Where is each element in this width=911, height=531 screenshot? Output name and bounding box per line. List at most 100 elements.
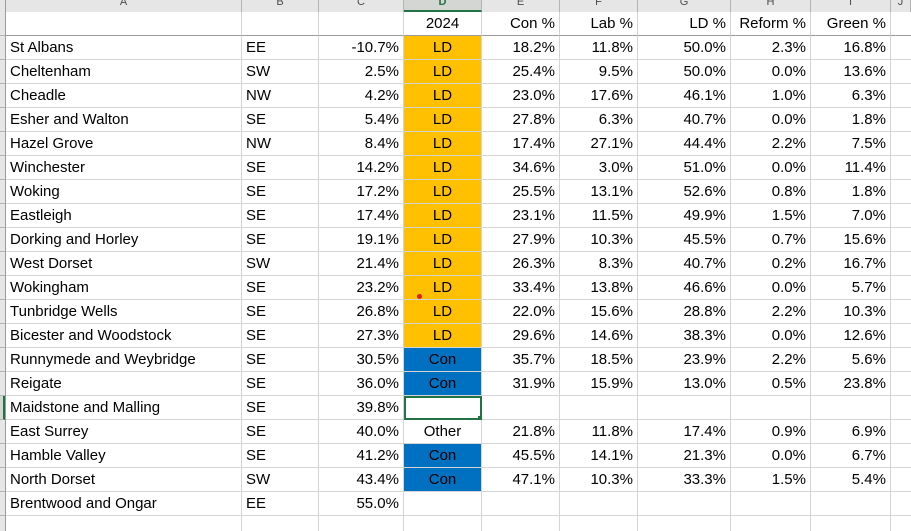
column-header-c[interactable]: C: [319, 0, 404, 12]
cell-reform-percent[interactable]: 0.0%: [731, 108, 811, 132]
cell-region-code[interactable]: SE: [242, 276, 319, 300]
cell-seat-name[interactable]: Bicester and Woodstock: [6, 324, 242, 348]
cell-margin-percent[interactable]: 41.2%: [319, 444, 404, 468]
cell-margin-percent[interactable]: 27.3%: [319, 324, 404, 348]
cell-margin-percent[interactable]: 5.4%: [319, 108, 404, 132]
cell-spare[interactable]: [891, 348, 911, 372]
cell-seat-name[interactable]: Maidstone and Malling: [6, 396, 242, 420]
column-header-h[interactable]: H: [731, 0, 811, 12]
row-header-cell[interactable]: [0, 420, 5, 444]
cell-region-code[interactable]: SE: [242, 396, 319, 420]
cell-spare[interactable]: [891, 180, 911, 204]
cell-margin-percent[interactable]: -10.7%: [319, 36, 404, 60]
row-header-cell[interactable]: [0, 12, 5, 36]
cell-lab-percent[interactable]: [560, 396, 638, 420]
cell-winner-2024[interactable]: LD: [404, 276, 482, 300]
cell-lab-percent[interactable]: 13.1%: [560, 180, 638, 204]
fill-handle[interactable]: [477, 415, 480, 418]
cell-con-percent[interactable]: 27.8%: [482, 108, 560, 132]
cell-margin-percent[interactable]: 36.0%: [319, 372, 404, 396]
cell-winner-2024[interactable]: LD: [404, 300, 482, 324]
cell-winner-2024[interactable]: LD: [404, 156, 482, 180]
cell-region-code[interactable]: SE: [242, 348, 319, 372]
cell-region-code[interactable]: EE: [242, 492, 319, 516]
cell-spare[interactable]: [891, 492, 911, 516]
cell-seat-name[interactable]: [6, 516, 242, 531]
column-title-f[interactable]: Lab %: [560, 12, 638, 36]
cell-winner-2024[interactable]: LD: [404, 252, 482, 276]
cell-winner-2024[interactable]: LD: [404, 324, 482, 348]
column-title-a[interactable]: [6, 12, 242, 36]
cell-reform-percent[interactable]: 2.2%: [731, 348, 811, 372]
cell-ld-percent[interactable]: 46.6%: [638, 276, 731, 300]
table-row[interactable]: Cheadle NW 4.2% LD 23.0% 17.6% 46.1% 1.0% 6.3%: [6, 84, 911, 108]
row-header-cell[interactable]: [0, 84, 5, 108]
column-title-j[interactable]: [891, 12, 911, 36]
cell-green-percent[interactable]: 1.8%: [811, 108, 891, 132]
cell-lab-percent[interactable]: 11.8%: [560, 420, 638, 444]
cell-spare[interactable]: [891, 204, 911, 228]
cell-green-percent[interactable]: 6.7%: [811, 444, 891, 468]
cell-ld-percent[interactable]: 28.8%: [638, 300, 731, 324]
column-header-j[interactable]: J: [891, 0, 911, 12]
cell-green-percent[interactable]: 1.8%: [811, 180, 891, 204]
table-row[interactable]: Woking SE 17.2% LD 25.5% 13.1% 52.6% 0.8% 1.8%: [6, 180, 911, 204]
cell-lab-percent[interactable]: 6.3%: [560, 108, 638, 132]
cell-spare[interactable]: [891, 252, 911, 276]
cell-winner-2024[interactable]: [404, 396, 482, 420]
cell-green-percent[interactable]: [811, 516, 891, 531]
cell-con-percent[interactable]: 31.9%: [482, 372, 560, 396]
cell-reform-percent[interactable]: 1.5%: [731, 468, 811, 492]
cell-reform-percent[interactable]: [731, 492, 811, 516]
cell-reform-percent[interactable]: 0.9%: [731, 420, 811, 444]
table-row[interactable]: Maidstone and Malling SE 39.8%: [6, 396, 911, 420]
column-title-g[interactable]: LD %: [638, 12, 731, 36]
table-row[interactable]: East Surrey SE 40.0% Other 21.8% 11.8% 17.4% 0.…: [6, 420, 911, 444]
cell-region-code[interactable]: SW: [242, 252, 319, 276]
cell-spare[interactable]: [891, 396, 911, 420]
cell-reform-percent[interactable]: 0.5%: [731, 372, 811, 396]
cell-region-code[interactable]: SE: [242, 444, 319, 468]
cell-green-percent[interactable]: [811, 396, 891, 420]
cell-green-percent[interactable]: 16.7%: [811, 252, 891, 276]
cell-winner-2024[interactable]: Con: [404, 444, 482, 468]
table-header-row[interactable]: 2024 Con % Lab % LD % Reform % Green %: [6, 12, 911, 36]
cell-ld-percent[interactable]: 51.0%: [638, 156, 731, 180]
cell-seat-name[interactable]: Esher and Walton: [6, 108, 242, 132]
cell-margin-percent[interactable]: 19.1%: [319, 228, 404, 252]
row-header-cell[interactable]: [0, 324, 5, 348]
cell-region-code[interactable]: NW: [242, 84, 319, 108]
table-row[interactable]: Eastleigh SE 17.4% LD 23.1% 11.5% 49.9% 1.5% 7.0…: [6, 204, 911, 228]
cell-reform-percent[interactable]: [731, 396, 811, 420]
row-header-cell[interactable]: [0, 516, 5, 531]
cell-green-percent[interactable]: 5.4%: [811, 468, 891, 492]
cell-margin-percent[interactable]: 21.4%: [319, 252, 404, 276]
row-header-cell[interactable]: [0, 276, 5, 300]
cell-lab-percent[interactable]: 13.8%: [560, 276, 638, 300]
cell-lab-percent[interactable]: 9.5%: [560, 60, 638, 84]
cell-green-percent[interactable]: 16.8%: [811, 36, 891, 60]
cell-ld-percent[interactable]: 17.4%: [638, 420, 731, 444]
cell-region-code[interactable]: SE: [242, 228, 319, 252]
cell-seat-name[interactable]: Woking: [6, 180, 242, 204]
table-row[interactable]: Tunbridge Wells SE 26.8% LD 22.0% 15.6% 28.8% 2…: [6, 300, 911, 324]
cell-spare[interactable]: [891, 84, 911, 108]
cell-seat-name[interactable]: Wokingham: [6, 276, 242, 300]
cell-seat-name[interactable]: Runnymede and Weybridge: [6, 348, 242, 372]
cell-margin-percent[interactable]: 14.2%: [319, 156, 404, 180]
row-header-cell[interactable]: [0, 108, 5, 132]
cell-winner-2024[interactable]: LD: [404, 60, 482, 84]
cell-green-percent[interactable]: 6.3%: [811, 84, 891, 108]
table-row[interactable]: Hamble Valley SE 41.2% Con 45.5% 14.1% 21.3% 0.…: [6, 444, 911, 468]
cell-margin-percent[interactable]: 55.0%: [319, 492, 404, 516]
cell-green-percent[interactable]: 15.6%: [811, 228, 891, 252]
cell-winner-2024[interactable]: Con: [404, 468, 482, 492]
table-row[interactable]: Runnymede and Weybridge SE 30.5% Con 35.7% 18…: [6, 348, 911, 372]
cell-region-code[interactable]: SE: [242, 324, 319, 348]
cell-seat-name[interactable]: West Dorset: [6, 252, 242, 276]
cell-region-code[interactable]: SE: [242, 180, 319, 204]
cell-con-percent[interactable]: 25.5%: [482, 180, 560, 204]
table-row[interactable]: Esher and Walton SE 5.4% LD 27.8% 6.3% 40.7% 0.…: [6, 108, 911, 132]
cell-region-code[interactable]: SW: [242, 468, 319, 492]
cell-spare[interactable]: [891, 372, 911, 396]
